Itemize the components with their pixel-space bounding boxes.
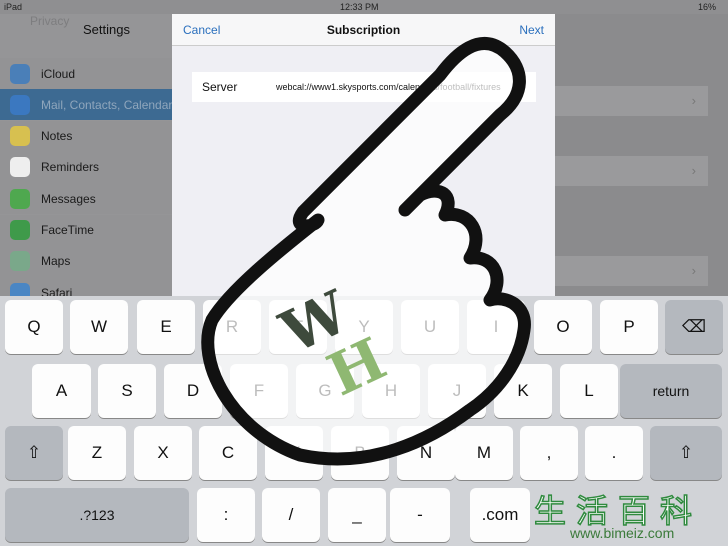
- key-g[interactable]: G: [296, 364, 354, 418]
- key-t[interactable]: T: [269, 300, 327, 354]
- key-d[interactable]: D: [164, 364, 222, 418]
- key-symbol[interactable]: :: [197, 488, 255, 542]
- chevron-right-icon: ›: [691, 163, 696, 178]
- key-symbol[interactable]: _: [328, 488, 386, 542]
- subscription-dialog: Subscription Cancel Next Server webcal:/…: [172, 14, 555, 296]
- key-symbol[interactable]: .: [585, 426, 643, 480]
- key-u[interactable]: U: [401, 300, 459, 354]
- device-label: iPad: [4, 2, 23, 12]
- key-x[interactable]: X: [134, 426, 192, 480]
- app-icon: [10, 63, 30, 84]
- key-a[interactable]: A: [32, 364, 91, 418]
- sidebar-item-label: Reminders: [41, 160, 100, 175]
- key-o[interactable]: O: [534, 300, 592, 354]
- key-b[interactable]: B: [331, 426, 389, 480]
- next-button[interactable]: Next: [519, 23, 544, 37]
- key-l[interactable]: L: [560, 364, 618, 418]
- key-shift[interactable]: ⇧: [650, 426, 722, 480]
- clock: 12:33 PM: [340, 2, 379, 12]
- dialog-title: Subscription: [326, 23, 401, 37]
- chevron-right-icon: ›: [691, 263, 696, 278]
- key-m[interactable]: M: [455, 426, 513, 480]
- app-icon: [10, 157, 30, 178]
- key-e[interactable]: E: [137, 300, 195, 354]
- key-y[interactable]: Y: [335, 300, 393, 354]
- app-icon: [10, 220, 30, 240]
- app-icon: [10, 94, 30, 115]
- chevron-right-icon: ›: [691, 93, 696, 108]
- key-p[interactable]: P: [600, 300, 658, 354]
- watermark-url: www.bimeiz.com: [570, 525, 675, 541]
- sidebar-item-label: Mail, Contacts, Calendars: [41, 97, 179, 112]
- key-z[interactable]: Z: [68, 426, 126, 480]
- key-symbol[interactable]: ,: [520, 426, 578, 480]
- key-f[interactable]: F: [230, 364, 288, 418]
- sidebar-item-label: Maps: [41, 254, 71, 269]
- dialog-header: Subscription Cancel Next: [172, 14, 555, 46]
- key-q[interactable]: Q: [5, 300, 63, 354]
- key-symbol[interactable]: -: [390, 488, 450, 542]
- key-j[interactable]: J: [428, 364, 486, 418]
- key-n[interactable]: N: [397, 426, 455, 480]
- key-h[interactable]: H: [362, 364, 420, 418]
- watermark: 生活百科 www.bimeiz.com: [528, 486, 728, 546]
- key-s[interactable]: S: [98, 364, 156, 418]
- status-bar: iPad 12:33 PM 16%: [0, 0, 728, 14]
- sidebar-item-label: iCloud: [41, 66, 76, 81]
- key-i[interactable]: I: [467, 300, 525, 354]
- key-symbol[interactable]: /: [262, 488, 320, 542]
- key-w[interactable]: W: [70, 300, 128, 354]
- sidebar-item-label: Messages: [41, 191, 96, 206]
- server-field[interactable]: Server webcal://www1.skysports.com/calen…: [192, 72, 536, 102]
- battery-level: 16%: [697, 2, 716, 12]
- app-icon: [10, 251, 30, 272]
- key-r[interactable]: R: [203, 300, 261, 354]
- server-input[interactable]: webcal://www1.skysports.com/calendars/fo…: [276, 82, 501, 92]
- sidebar-item-label: Notes: [41, 129, 73, 144]
- key-k[interactable]: K: [494, 364, 552, 418]
- key-shift[interactable]: ⇧: [5, 426, 63, 480]
- server-label: Server: [202, 80, 238, 94]
- app-icon: [10, 126, 30, 147]
- key-v[interactable]: V: [265, 426, 323, 480]
- key-backspace[interactable]: ⌫: [665, 300, 723, 354]
- cancel-button[interactable]: Cancel: [183, 23, 220, 37]
- key-symbol[interactable]: .?123: [5, 488, 189, 542]
- key-return[interactable]: return: [620, 364, 722, 418]
- key-symbol[interactable]: .com: [470, 488, 530, 542]
- sidebar-item-label: FaceTime: [41, 223, 94, 237]
- app-icon: [10, 188, 30, 209]
- key-c[interactable]: C: [199, 426, 257, 480]
